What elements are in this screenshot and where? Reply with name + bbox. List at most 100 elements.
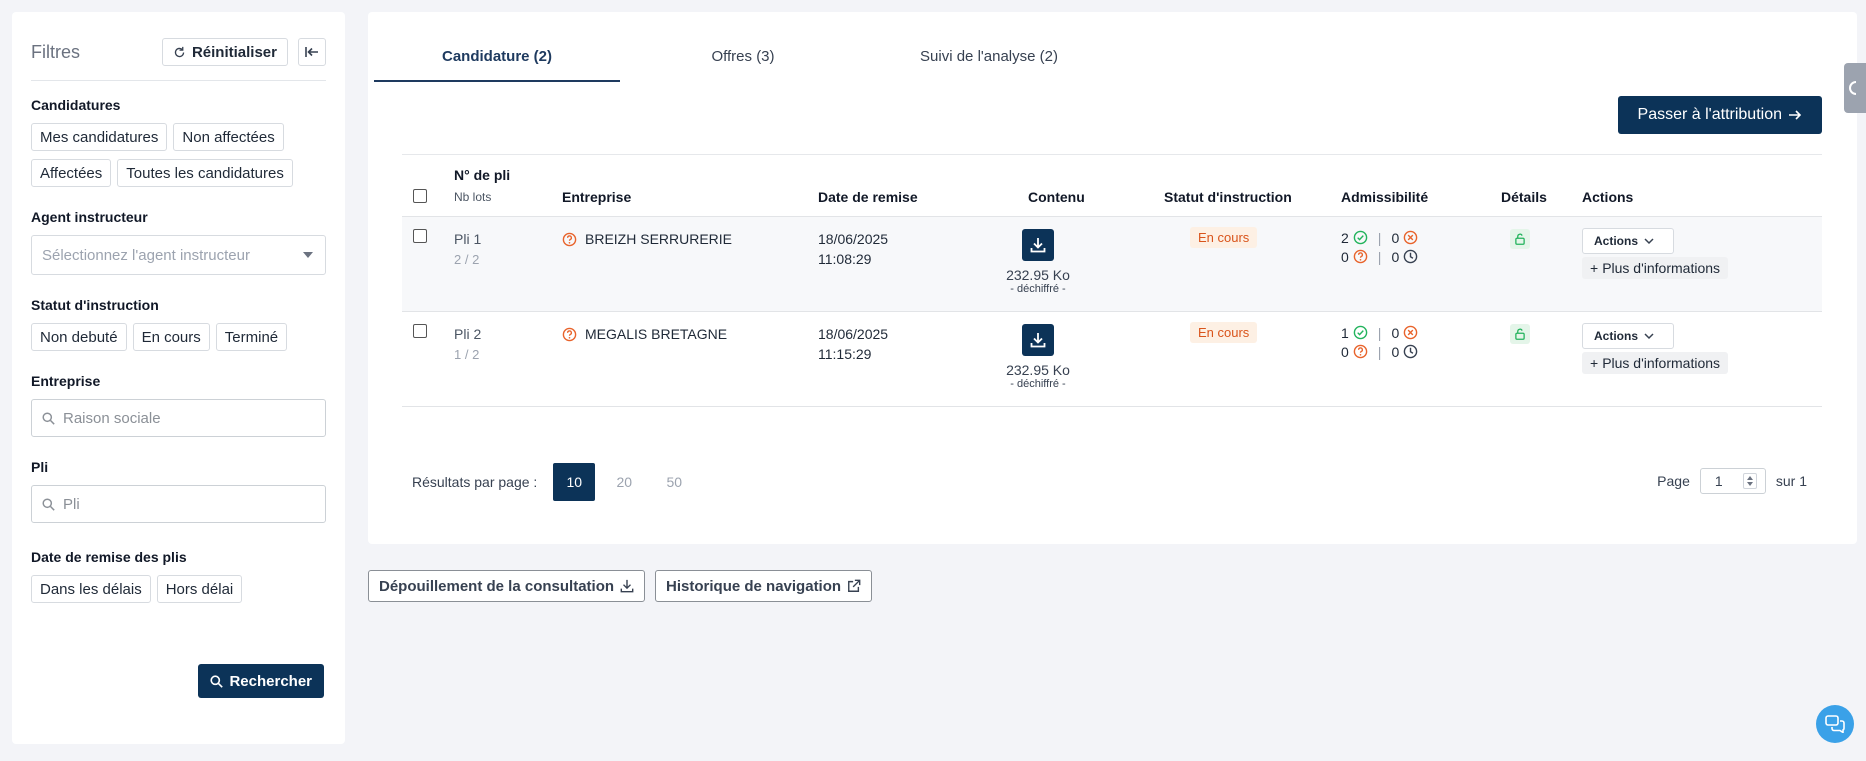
details-lock-button[interactable]	[1510, 324, 1530, 344]
unlock-icon	[1515, 233, 1525, 245]
contenu-cell: 232.95 Ko - déchiffré -	[1003, 229, 1073, 295]
chip-hors-delai[interactable]: Hors délai	[156, 575, 243, 603]
actions-dropdown[interactable]: Actions	[1582, 323, 1674, 349]
page-size-10[interactable]: 10	[553, 463, 596, 501]
adm-ko-count: 0	[1391, 229, 1400, 246]
page-label: Page	[1657, 473, 1690, 489]
plus-icon: +	[1590, 260, 1599, 276]
check-circle-icon	[1353, 230, 1368, 245]
x-circle-icon	[1403, 230, 1418, 245]
chip-en-cours[interactable]: En cours	[132, 323, 210, 351]
file-size: 232.95 Ko	[1006, 362, 1070, 378]
question-circle-icon	[562, 327, 577, 341]
page-size-50[interactable]: 50	[653, 463, 695, 501]
pli-label: Pli	[31, 459, 49, 475]
more-info-button[interactable]: + Plus d'informations	[1582, 257, 1729, 279]
actions-label: Actions	[1594, 329, 1639, 343]
historique-button[interactable]: Historique de navigation	[655, 570, 873, 602]
more-info-button[interactable]: + Plus d'informations	[1582, 352, 1729, 374]
entreprise-placeholder: Raison sociale	[63, 409, 161, 427]
details-lock-button[interactable]	[1510, 229, 1530, 249]
date-remise: 18/06/2025	[818, 326, 889, 342]
collapse-sidebar-button[interactable]	[298, 38, 326, 66]
entreprise-search-input[interactable]: Raison sociale	[31, 399, 326, 437]
header-actions: Actions	[1582, 189, 1634, 205]
date-label: Date de remise des plis	[31, 549, 187, 565]
search-icon	[210, 674, 224, 688]
agent-select-placeholder: Sélectionnez l'agent instructeur	[42, 246, 250, 264]
tab-offres[interactable]: Offres (3)	[620, 38, 866, 82]
header-nb-lots: Nb lots	[454, 190, 492, 204]
filters-sidebar: Filtres Réinitialiser Candidatures Mes c…	[12, 12, 345, 744]
search-icon	[42, 497, 55, 511]
results-per-page: Résultats par page : 10 20 50	[412, 463, 695, 501]
unlock-icon	[1515, 328, 1525, 340]
adm-ok-count: 2	[1341, 229, 1349, 246]
search-icon	[42, 411, 55, 425]
entreprise-cell: MEGALIS BRETAGNE	[562, 326, 727, 342]
depouillement-label: Dépouillement de la consultation	[379, 577, 615, 595]
chip-termine[interactable]: Terminé	[215, 323, 288, 351]
select-all-checkbox[interactable]	[413, 189, 427, 203]
bottom-actions: Dépouillement de la consultation Histori…	[368, 570, 873, 602]
row-checkbox[interactable]	[413, 229, 427, 243]
external-link-icon	[848, 579, 861, 592]
actions-dropdown[interactable]: Actions	[1582, 228, 1674, 254]
reset-button[interactable]: Réinitialiser	[161, 38, 288, 66]
agent-filter: Agent instructeur Sélectionnez l'agent i…	[31, 209, 326, 275]
download-icon	[620, 579, 634, 593]
chip-dans-les-delais[interactable]: Dans les délais	[31, 575, 151, 603]
page-control: Page 1 sur 1	[1657, 468, 1807, 494]
check-circle-icon	[1353, 325, 1368, 340]
date-filter: Date de remise des plis Dans les délais …	[31, 549, 326, 603]
file-state: - déchiffré -	[1010, 283, 1066, 295]
depouillement-button[interactable]: Dépouillement de la consultation	[368, 570, 646, 602]
row-checkbox[interactable]	[413, 324, 427, 338]
chat-icon	[1825, 715, 1845, 733]
candidatures-table: N° de pli Nb lots Entreprise Date de rem…	[402, 154, 1822, 407]
side-panel-handle[interactable]	[1844, 63, 1866, 113]
chip-non-affectees[interactable]: Non affectées	[173, 123, 284, 151]
tabs: Candidature (2) Offres (3) Suivi de l'an…	[374, 38, 1112, 82]
header-statut: Statut d'instruction	[1164, 189, 1292, 205]
download-button[interactable]	[1022, 324, 1054, 356]
results-per-page-label: Résultats par page :	[412, 474, 538, 490]
chip-non-debute[interactable]: Non debuté	[31, 323, 127, 351]
chip-toutes-candidatures[interactable]: Toutes les candidatures	[117, 159, 293, 187]
plus-icon: +	[1590, 355, 1599, 371]
statut-cell: En cours	[1190, 322, 1258, 343]
question-circle-icon	[1353, 344, 1368, 359]
tab-suivi-analyse[interactable]: Suivi de l'analyse (2)	[866, 38, 1112, 82]
page-number-value: 1	[1714, 473, 1723, 489]
reset-button-label: Réinitialiser	[191, 43, 277, 61]
actions-cell: Actions + Plus d'informations	[1582, 323, 1729, 374]
palette-icon	[1849, 81, 1857, 95]
page-stepper[interactable]	[1742, 473, 1757, 489]
pli-number: Pli 1	[454, 231, 482, 247]
more-info-label: Plus d'informations	[1602, 260, 1721, 276]
table-row: Pli 2 1 / 2 MEGALIS BRETAGNE 18/06/2025 …	[402, 312, 1822, 407]
more-info-label: Plus d'informations	[1602, 355, 1721, 371]
page-number-input[interactable]: 1	[1699, 468, 1766, 494]
entreprise-cell: BREIZH SERRURERIE	[562, 231, 732, 247]
admissibilite-cell: 2 | 0 0 | 0	[1341, 228, 1418, 266]
download-button[interactable]	[1022, 229, 1054, 261]
attribution-button[interactable]: Passer à l'attribution	[1617, 96, 1822, 134]
table-row: Pli 1 2 / 2 BREIZH SERRURERIE 18/06/2025…	[402, 217, 1822, 312]
chat-button[interactable]	[1816, 705, 1854, 743]
agent-select[interactable]: Sélectionnez l'agent instructeur	[31, 235, 326, 275]
heure-remise: 11:08:29	[818, 251, 872, 267]
file-state: - déchiffré -	[1010, 378, 1066, 390]
contenu-cell: 232.95 Ko - déchiffré -	[1003, 324, 1073, 390]
table-header: N° de pli Nb lots Entreprise Date de rem…	[402, 154, 1822, 217]
chip-mes-candidatures[interactable]: Mes candidatures	[31, 123, 168, 151]
page-size-20[interactable]: 20	[603, 463, 645, 501]
entreprise-filter: Entreprise Raison sociale	[31, 373, 326, 437]
refresh-icon	[174, 46, 185, 57]
pli-search-input[interactable]: Pli	[31, 485, 326, 523]
tab-candidature[interactable]: Candidature (2)	[374, 38, 620, 82]
search-button[interactable]: Rechercher	[198, 664, 324, 698]
heure-remise: 11:15:29	[818, 346, 872, 362]
download-icon	[1030, 238, 1046, 253]
chip-affectees[interactable]: Affectées	[31, 159, 112, 187]
